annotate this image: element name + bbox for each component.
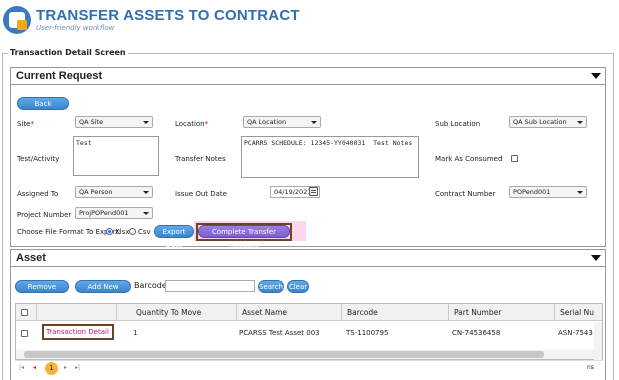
next-page-icon[interactable]: ▸	[64, 364, 67, 371]
site-label: Site*	[17, 120, 34, 128]
transaction-detail-link[interactable]: Transaction Detail	[46, 328, 109, 336]
chevron-down-icon	[143, 191, 149, 194]
app-logo-icon	[3, 6, 31, 34]
remove-assets-button[interactable]: Remove Assets	[15, 280, 69, 304]
xlsx-radio[interactable]	[106, 228, 113, 235]
sub-location-select[interactable]: QA Sub Location	[509, 116, 587, 128]
location-label: Location*	[175, 120, 209, 128]
contract-number-select[interactable]: POPend001	[509, 186, 587, 198]
chevron-down-icon	[143, 121, 149, 124]
column-header[interactable]: Barcode	[347, 304, 442, 321]
export-data-button[interactable]: Export Data	[154, 225, 194, 249]
chevron-down-icon	[143, 212, 149, 215]
pager: |◂ ◂ 1 ▸ ▸| ns	[15, 360, 603, 376]
asset-panel: Asset Remove Assets Add New Assets Barco…	[10, 249, 606, 380]
column-header[interactable]: Quantity To Move	[136, 304, 226, 321]
collapse-caret-icon[interactable]	[591, 73, 601, 79]
test-activity-textarea[interactable]: Test	[73, 136, 159, 176]
select-all-checkbox[interactable]	[21, 309, 28, 316]
project-number-label: Project Number	[17, 211, 72, 219]
assigned-to-select[interactable]: QA Person	[75, 186, 153, 198]
table-row: Transaction Detail 1 PCARSS Test Asset 0…	[16, 322, 594, 344]
xlsx-label: Xlsx	[115, 228, 130, 236]
complete-transfer-request-button[interactable]: Complete Transfer Request	[198, 225, 290, 249]
test-activity-label: Test/Activity	[17, 155, 60, 163]
location-value: QA Location	[247, 118, 287, 126]
sub-location-value: QA Sub Location	[513, 118, 567, 126]
assigned-to-value: QA Person	[79, 188, 113, 196]
transfer-notes-textarea[interactable]: PCARRS SCHEDULE: 12345-YY040031 Test Not…	[241, 136, 419, 178]
project-number-select[interactable]: ProjPOPend001	[75, 207, 153, 219]
contract-number-label: Contract Number	[435, 190, 496, 198]
scrollbar-thumb[interactable]	[24, 351, 544, 358]
site-value: QA Site	[79, 118, 104, 126]
current-request-header[interactable]: Current Request	[11, 68, 605, 85]
collapse-caret-icon[interactable]	[591, 255, 601, 261]
assigned-to-label: Assigned To	[17, 190, 59, 198]
asset-grid: Quantity To Move Asset Name Barcode Part…	[15, 303, 603, 360]
csv-radio[interactable]	[129, 228, 136, 235]
column-header[interactable]: Part Number	[454, 304, 549, 321]
site-select[interactable]: QA Site	[75, 116, 153, 128]
row-serial-number: ASN-7543	[558, 329, 593, 337]
row-checkbox[interactable]	[21, 330, 28, 337]
mark-consumed-label: Mark As Consumed	[435, 155, 503, 163]
column-header[interactable]: Serial Nu	[560, 304, 600, 321]
current-page[interactable]: 1	[45, 362, 58, 375]
chevron-down-icon	[577, 191, 583, 194]
location-select[interactable]: QA Location	[243, 116, 321, 128]
issue-out-date-label: Issue Out Date	[175, 190, 227, 198]
search-button[interactable]: Search	[258, 280, 284, 293]
row-quantity: 1	[133, 329, 138, 337]
transfer-notes-label: Transfer Notes	[175, 155, 226, 163]
chevron-down-icon	[311, 121, 317, 124]
first-page-icon[interactable]: |◂	[19, 364, 24, 371]
app-header: TRANSFER ASSETS TO CONTRACT User-friendl…	[0, 0, 619, 40]
sub-location-label: Sub Location	[435, 120, 481, 128]
asset-header[interactable]: Asset	[11, 250, 605, 267]
csv-label: Csv	[138, 228, 151, 236]
last-page-icon[interactable]: ▸|	[75, 364, 80, 371]
mark-consumed-checkbox[interactable]	[511, 155, 518, 162]
chevron-down-icon	[577, 121, 583, 124]
app-subtitle: User-friendly workflow	[36, 24, 115, 32]
row-barcode: TS-1100795	[346, 329, 389, 337]
current-request-panel: Current Request Back Site* QA Site Locat…	[10, 67, 606, 249]
prev-page-icon[interactable]: ◂	[33, 364, 36, 371]
barcode-input[interactable]	[165, 280, 255, 292]
app-title: TRANSFER ASSETS TO CONTRACT	[36, 7, 300, 24]
screen-legend: Transaction Detail Screen	[8, 48, 128, 57]
clear-button[interactable]: Clear	[287, 280, 309, 293]
project-number-value: ProjPOPend001	[79, 209, 129, 217]
column-header[interactable]: Asset Name	[242, 304, 337, 321]
barcode-label: Barcode	[134, 281, 167, 290]
row-part-number: CN-74536458	[452, 329, 501, 337]
vertical-scrollbar[interactable]	[594, 322, 602, 360]
grid-header: Quantity To Move Asset Name Barcode Part…	[16, 304, 602, 321]
pager-info: ns	[587, 364, 594, 371]
current-request-title: Current Request	[16, 70, 103, 82]
horizontal-scrollbar[interactable]	[16, 350, 594, 359]
add-new-assets-button[interactable]: Add New Assets	[75, 280, 131, 304]
back-button[interactable]: Back	[17, 97, 69, 110]
row-asset-name: PCARSS Test Asset 003	[239, 329, 320, 337]
asset-title: Asset	[16, 252, 46, 264]
calendar-icon[interactable]	[309, 187, 318, 196]
contract-number-value: POPend001	[513, 188, 551, 196]
